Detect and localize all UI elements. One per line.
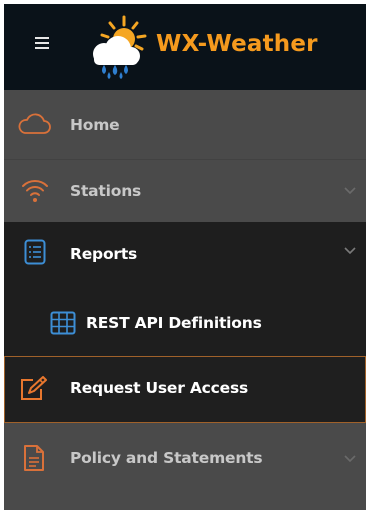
menu-label-reports: Reports xyxy=(70,245,138,263)
submenu-item-rest-api-definitions[interactable]: REST API Definitions xyxy=(4,287,366,356)
menu-item-policy-and-statements[interactable]: Policy and Statements xyxy=(4,424,366,494)
sidebar-nav: WX-Weather Home Stations Reports REST AP… xyxy=(4,4,366,510)
menu-item-reports[interactable]: Reports xyxy=(4,222,366,287)
cloud-icon xyxy=(18,113,51,134)
menu-item-stations[interactable]: Stations xyxy=(4,159,366,222)
sun-cloud-rain-icon xyxy=(93,15,147,79)
hamburger-icon[interactable] xyxy=(35,37,49,49)
menu-label-home: Home xyxy=(70,116,120,134)
chevron-down-icon[interactable] xyxy=(343,246,357,255)
menu-item-home[interactable]: Home xyxy=(4,93,366,159)
menu-label-request-user-access: Request User Access xyxy=(70,379,249,397)
menu-item-request-user-access[interactable]: Request User Access xyxy=(4,356,366,423)
chevron-down-icon[interactable] xyxy=(343,186,357,195)
menu-label-rest-api-definitions: REST API Definitions xyxy=(86,314,262,332)
document-icon xyxy=(24,445,44,471)
menu-label-stations: Stations xyxy=(70,182,142,200)
chevron-down-icon[interactable] xyxy=(343,454,357,463)
app-title: WX-Weather xyxy=(156,31,318,57)
grid-table-icon xyxy=(50,311,76,335)
menu-label-policy-and-statements: Policy and Statements xyxy=(70,449,263,467)
wifi-icon xyxy=(22,180,48,202)
app-header: WX-Weather xyxy=(4,4,366,90)
list-document-icon xyxy=(24,239,46,265)
edit-pencil-icon xyxy=(21,376,47,400)
